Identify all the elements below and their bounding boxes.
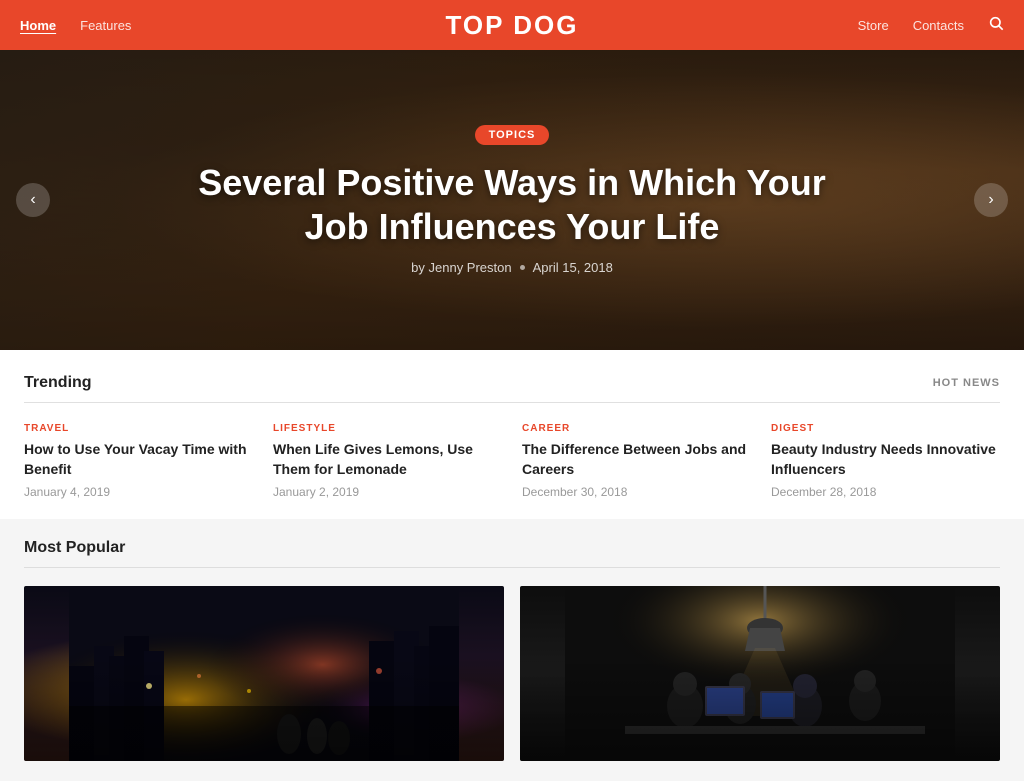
trending-section: Trending HOT NEWS TRAVEL How to Use Your… bbox=[0, 350, 1024, 519]
trending-item-title[interactable]: The Difference Between Jobs and Careers bbox=[522, 440, 751, 479]
nav-store[interactable]: Store bbox=[858, 18, 889, 33]
trending-date: January 2, 2019 bbox=[273, 485, 502, 499]
trending-date: January 4, 2019 bbox=[24, 485, 253, 499]
hot-news-label: HOT NEWS bbox=[933, 377, 1000, 389]
trending-grid: TRAVEL How to Use Your Vacay Time with B… bbox=[24, 423, 1000, 499]
office-svg bbox=[520, 586, 1000, 761]
trending-category: DIGEST bbox=[771, 423, 1000, 434]
trending-item-title[interactable]: How to Use Your Vacay Time with Benefit bbox=[24, 440, 253, 479]
site-logo: TOP DOG bbox=[446, 10, 579, 41]
hero-title: Several Positive Ways in Which Your Job … bbox=[182, 161, 842, 247]
trending-item-1: LIFESTYLE When Life Gives Lemons, Use Th… bbox=[273, 423, 502, 499]
city-svg bbox=[24, 586, 504, 761]
trending-date: December 30, 2018 bbox=[522, 485, 751, 499]
meta-dot bbox=[520, 265, 525, 270]
trending-header: Trending HOT NEWS bbox=[24, 374, 1000, 403]
trending-item-3: DIGEST Beauty Industry Needs Innovative … bbox=[771, 423, 1000, 499]
chevron-right-icon: › bbox=[988, 191, 993, 209]
trending-category: CAREER bbox=[522, 423, 751, 434]
nav-features[interactable]: Features bbox=[80, 18, 131, 33]
most-popular-title: Most Popular bbox=[24, 539, 125, 556]
hero-content: topics Several Positive Ways in Which Yo… bbox=[162, 125, 862, 274]
site-header: Home Features TOP DOG Store Contacts bbox=[0, 0, 1024, 50]
search-icon bbox=[988, 15, 1004, 31]
chevron-left-icon: ‹ bbox=[30, 191, 35, 209]
trending-item-title[interactable]: When Life Gives Lemons, Use Them for Lem… bbox=[273, 440, 502, 479]
trending-category: LIFESTYLE bbox=[273, 423, 502, 434]
main-content: Trending HOT NEWS TRAVEL How to Use Your… bbox=[0, 350, 1024, 781]
trending-title: Trending bbox=[24, 374, 92, 392]
nav-left: Home Features bbox=[20, 18, 131, 33]
search-button[interactable] bbox=[988, 15, 1004, 36]
nav-home[interactable]: Home bbox=[20, 18, 56, 33]
trending-item-title[interactable]: Beauty Industry Needs Innovative Influen… bbox=[771, 440, 1000, 479]
hero-author: by Jenny Preston bbox=[411, 260, 511, 275]
trending-category: TRAVEL bbox=[24, 423, 253, 434]
trending-item-0: TRAVEL How to Use Your Vacay Time with B… bbox=[24, 423, 253, 499]
most-popular-section: Most Popular bbox=[0, 519, 1024, 781]
card-image-office bbox=[520, 586, 1000, 761]
trending-item-2: CAREER The Difference Between Jobs and C… bbox=[522, 423, 751, 499]
nav-right: Store Contacts bbox=[858, 15, 1004, 36]
popular-grid bbox=[24, 586, 1000, 761]
hero-section: ‹ topics Several Positive Ways in Which … bbox=[0, 50, 1024, 350]
trending-date: December 28, 2018 bbox=[771, 485, 1000, 499]
popular-card-city bbox=[24, 586, 504, 761]
topics-badge: topics bbox=[475, 125, 550, 145]
popular-card-office bbox=[520, 586, 1000, 761]
hero-date: April 15, 2018 bbox=[533, 260, 613, 275]
hero-meta: by Jenny Preston April 15, 2018 bbox=[182, 260, 842, 275]
hero-prev-button[interactable]: ‹ bbox=[16, 183, 50, 217]
card-image-city bbox=[24, 586, 504, 761]
most-popular-header: Most Popular bbox=[24, 539, 1000, 568]
nav-contacts[interactable]: Contacts bbox=[913, 18, 964, 33]
hero-next-button[interactable]: › bbox=[974, 183, 1008, 217]
